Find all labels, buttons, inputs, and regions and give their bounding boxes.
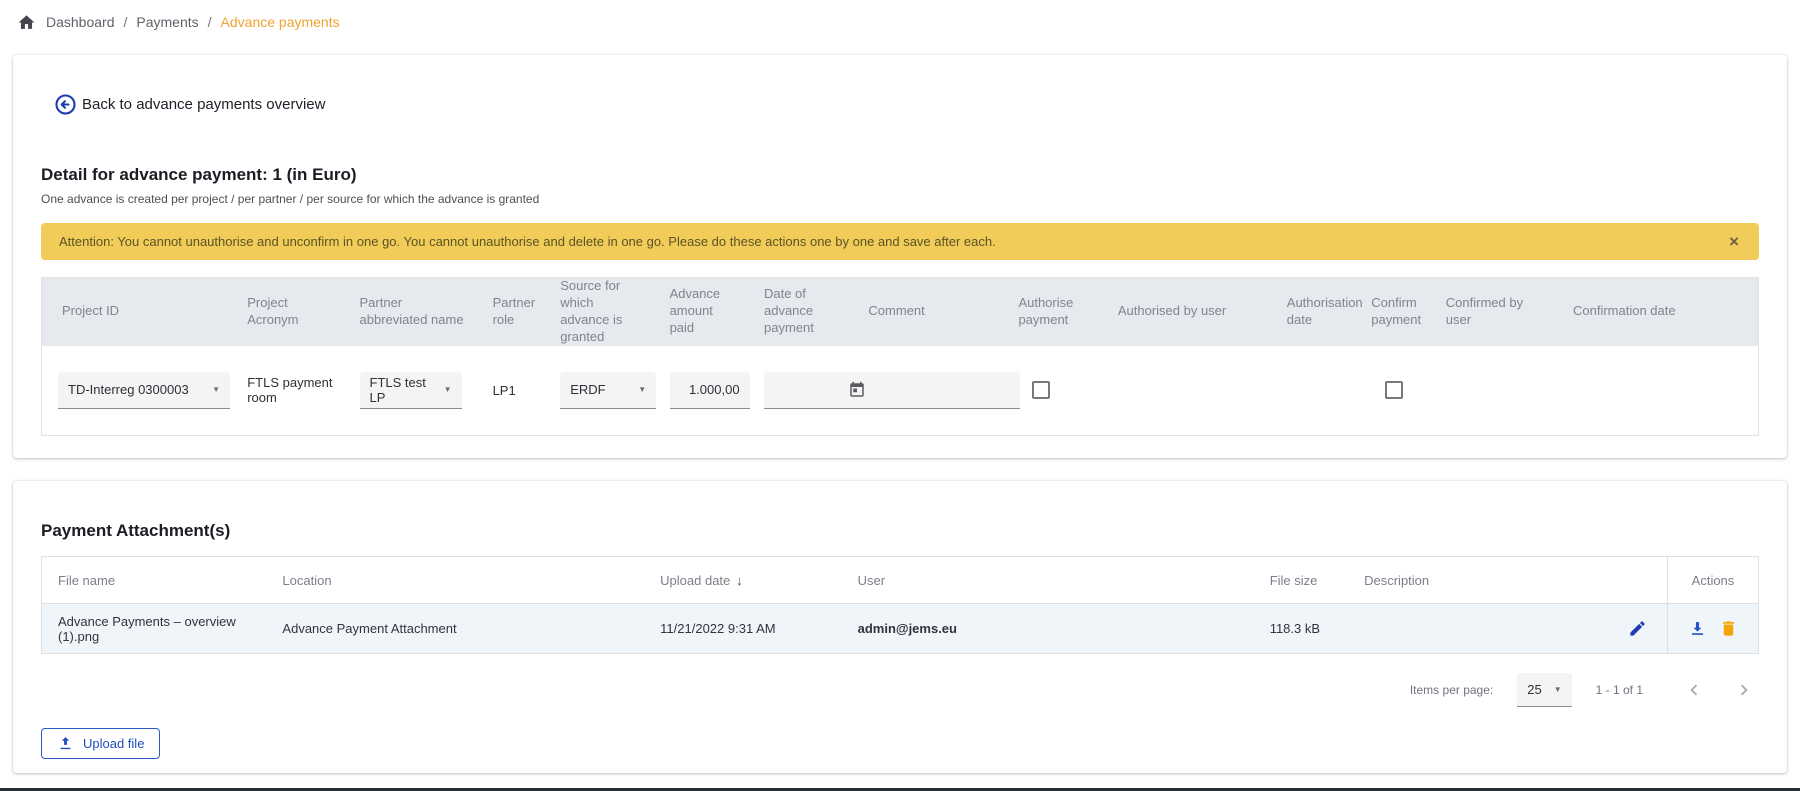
user-cell: admin@jems.eu — [842, 604, 1254, 654]
col-header-upload-date[interactable]: Upload date ↓ — [644, 557, 841, 604]
attachments-header-row: File name Location Upload date ↓ User Fil… — [42, 557, 1759, 604]
table-header-row: Project ID Project Acronym Partner abbre… — [42, 278, 1759, 346]
project-acronym-value: FTLS payment room — [231, 346, 343, 436]
close-icon[interactable]: × — [1727, 233, 1741, 250]
back-to-overview-link[interactable]: Back to advance payments overview — [54, 93, 325, 116]
actions-cell — [1667, 604, 1758, 654]
edit-description-button[interactable] — [1624, 617, 1651, 640]
trash-icon — [1719, 619, 1738, 638]
col-header-user: User — [842, 557, 1254, 604]
upload-date-label: Upload date — [660, 573, 730, 588]
authorised-by-user-value — [1102, 346, 1271, 436]
advance-payment-detail-card: Back to advance payments overview Detail… — [13, 55, 1787, 458]
chevron-down-icon: ▼ — [444, 385, 452, 394]
chevron-down-icon: ▼ — [1554, 685, 1562, 694]
location-cell: Advance Payment Attachment — [266, 604, 644, 654]
file-name-cell: Advance Payments – overview (1).png — [42, 604, 267, 654]
chevron-left-icon — [1683, 679, 1705, 701]
chevron-right-icon — [1733, 679, 1755, 701]
attachments-table: File name Location Upload date ↓ User Fil… — [41, 556, 1759, 654]
col-header-file-size: File size — [1254, 557, 1348, 604]
project-id-select[interactable]: TD-Interreg 0300003 ▼ — [58, 372, 230, 409]
page-title: Detail for advance payment: 1 (in Euro) — [41, 165, 1759, 185]
items-per-page-select[interactable]: 25 ▼ — [1517, 673, 1571, 707]
payment-attachments-card: Payment Attachment(s) File name Location… — [13, 481, 1787, 773]
download-icon — [1688, 619, 1707, 638]
authorise-payment-checkbox[interactable] — [1032, 381, 1050, 399]
back-link-label: Back to advance payments overview — [82, 96, 325, 113]
source-select[interactable]: ERDF ▼ — [560, 372, 656, 409]
breadcrumb-item-payments[interactable]: Payments — [136, 14, 198, 30]
advance-payment-row: TD-Interreg 0300003 ▼ FTLS payment room … — [42, 346, 1759, 436]
advance-amount-value: 1.000,00 — [689, 382, 740, 397]
breadcrumb-separator: / — [208, 14, 212, 30]
col-header-actions: Actions — [1667, 557, 1758, 604]
file-size-cell: 118.3 kB — [1254, 604, 1348, 654]
next-page-button[interactable] — [1731, 677, 1757, 703]
col-header-project-id: Project ID — [42, 278, 232, 346]
upload-date-cell: 11/21/2022 9:31 AM — [644, 604, 841, 654]
col-header-confirmed-by-user: Confirmed by user — [1430, 278, 1557, 346]
confirmed-by-user-value — [1430, 346, 1557, 436]
delete-button[interactable] — [1715, 617, 1742, 640]
col-header-description: Description — [1348, 557, 1667, 604]
col-header-source: Source for which advance is granted — [544, 278, 653, 346]
paginator: Items per page: 25 ▼ 1 - 1 of 1 — [41, 664, 1759, 716]
download-button[interactable] — [1684, 617, 1711, 640]
arrow-circle-left-icon — [54, 93, 77, 116]
breadcrumb-item-advance-payments: Advance payments — [221, 14, 340, 30]
items-per-page-value: 25 — [1527, 682, 1541, 697]
project-id-value: TD-Interreg 0300003 — [68, 382, 189, 397]
warning-banner: Attention: You cannot unauthorise and un… — [41, 223, 1759, 260]
col-header-file-name: File name — [42, 557, 267, 604]
chevron-down-icon: ▼ — [212, 385, 220, 394]
home-icon[interactable] — [17, 13, 36, 32]
col-header-advance-amount-paid: Advance amount paid — [654, 278, 748, 346]
attachments-title: Payment Attachment(s) — [41, 521, 1759, 541]
attachment-row: Advance Payments – overview (1).png Adva… — [42, 604, 1759, 654]
col-header-comment: Comment — [852, 278, 1002, 346]
pencil-icon — [1628, 619, 1647, 638]
col-header-partner-abbreviated-name: Partner abbreviated name — [344, 278, 477, 346]
previous-page-button[interactable] — [1681, 677, 1707, 703]
partner-role-value: LP1 — [477, 346, 545, 436]
upload-file-button[interactable]: Upload file — [41, 728, 160, 759]
col-header-authorise-payment: Authorise payment — [1002, 278, 1101, 346]
comment-input[interactable] — [868, 372, 1020, 409]
col-header-partner-role: Partner role — [477, 278, 545, 346]
page-subtitle: One advance is created per project / per… — [41, 192, 1759, 206]
confirmation-date-value — [1557, 346, 1759, 436]
calendar-icon[interactable] — [848, 381, 866, 399]
upload-button-label: Upload file — [83, 736, 144, 751]
warning-text: Attention: You cannot unauthorise and un… — [59, 234, 1727, 249]
authorisation-date-value — [1271, 346, 1355, 436]
confirm-payment-checkbox[interactable] — [1385, 381, 1403, 399]
col-header-authorised-by-user: Authorised by user — [1102, 278, 1271, 346]
breadcrumb-item-dashboard[interactable]: Dashboard — [46, 14, 115, 30]
col-header-confirm-payment: Confirm payment — [1355, 278, 1430, 346]
col-header-authorisation-date: Authorisation date — [1271, 278, 1355, 346]
description-cell — [1348, 604, 1667, 654]
source-value: ERDF — [570, 382, 605, 397]
breadcrumb-separator: / — [124, 14, 128, 30]
items-per-page-label: Items per page: — [1410, 683, 1493, 697]
col-header-confirmation-date: Confirmation date — [1557, 278, 1759, 346]
partner-select[interactable]: FTLS test LP ▼ — [360, 372, 462, 409]
partner-value: FTLS test LP — [370, 375, 436, 405]
advance-payment-table: Project ID Project Acronym Partner abbre… — [41, 277, 1759, 436]
col-header-project-acronym: Project Acronym — [231, 278, 343, 346]
sort-descending-icon: ↓ — [736, 573, 743, 588]
upload-icon — [57, 735, 74, 752]
page-range-label: 1 - 1 of 1 — [1596, 683, 1643, 697]
col-header-location: Location — [266, 557, 644, 604]
advance-amount-input[interactable]: 1.000,00 — [670, 372, 750, 409]
chevron-down-icon: ▼ — [638, 385, 646, 394]
breadcrumb: Dashboard / Payments / Advance payments — [0, 0, 1800, 33]
col-header-date-of-advance-payment: Date of advance payment — [748, 278, 852, 346]
